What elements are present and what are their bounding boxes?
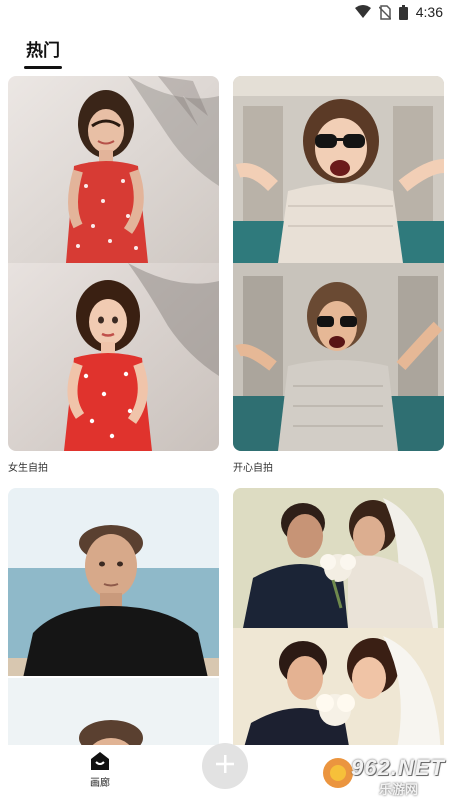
nav-gallery[interactable]: 画廊 [82, 751, 118, 789]
plus-icon [215, 754, 235, 778]
before-after-photo [8, 488, 219, 746]
template-card-girl-selfie[interactable]: 女生自拍 [8, 76, 219, 474]
before-after-photo [8, 76, 219, 451]
bottom-navigation: 画廊 962.NET 乐游网 [0, 743, 451, 803]
template-card-happy-selfie[interactable]: 开心自拍 [233, 76, 444, 474]
card-label: 女生自拍 [8, 463, 48, 474]
no-sim-icon [378, 4, 391, 20]
watermark-text: 962.NET [351, 755, 445, 780]
template-grid: 女生自拍 开心自拍 [0, 76, 451, 746]
status-bar: 4:36 [0, 0, 451, 24]
nav-gallery-label: 画廊 [90, 778, 110, 789]
category-tabs: 热门 [24, 30, 62, 70]
tab-hot[interactable]: 热门 [24, 30, 62, 61]
home-icon [82, 751, 118, 773]
card-label: 开心自拍 [233, 463, 273, 474]
template-card-man-portrait[interactable] [8, 488, 219, 746]
watermark-logo-icon [323, 758, 353, 788]
card-image [233, 76, 444, 451]
before-after-photo [233, 488, 444, 746]
watermark-subtext: 乐游网 [379, 783, 419, 798]
status-icons: 4:36 [354, 3, 443, 21]
card-image [8, 488, 219, 746]
status-time: 4:36 [415, 4, 443, 20]
tab-active-indicator [24, 66, 62, 69]
template-card-wedding[interactable] [233, 488, 444, 746]
card-image [233, 488, 444, 746]
site-watermark: 962.NET 乐游网 [319, 751, 447, 798]
wifi-icon [354, 5, 371, 19]
card-image [8, 76, 219, 451]
before-after-photo [233, 76, 444, 451]
add-button[interactable] [202, 743, 248, 789]
battery-icon [398, 4, 408, 20]
